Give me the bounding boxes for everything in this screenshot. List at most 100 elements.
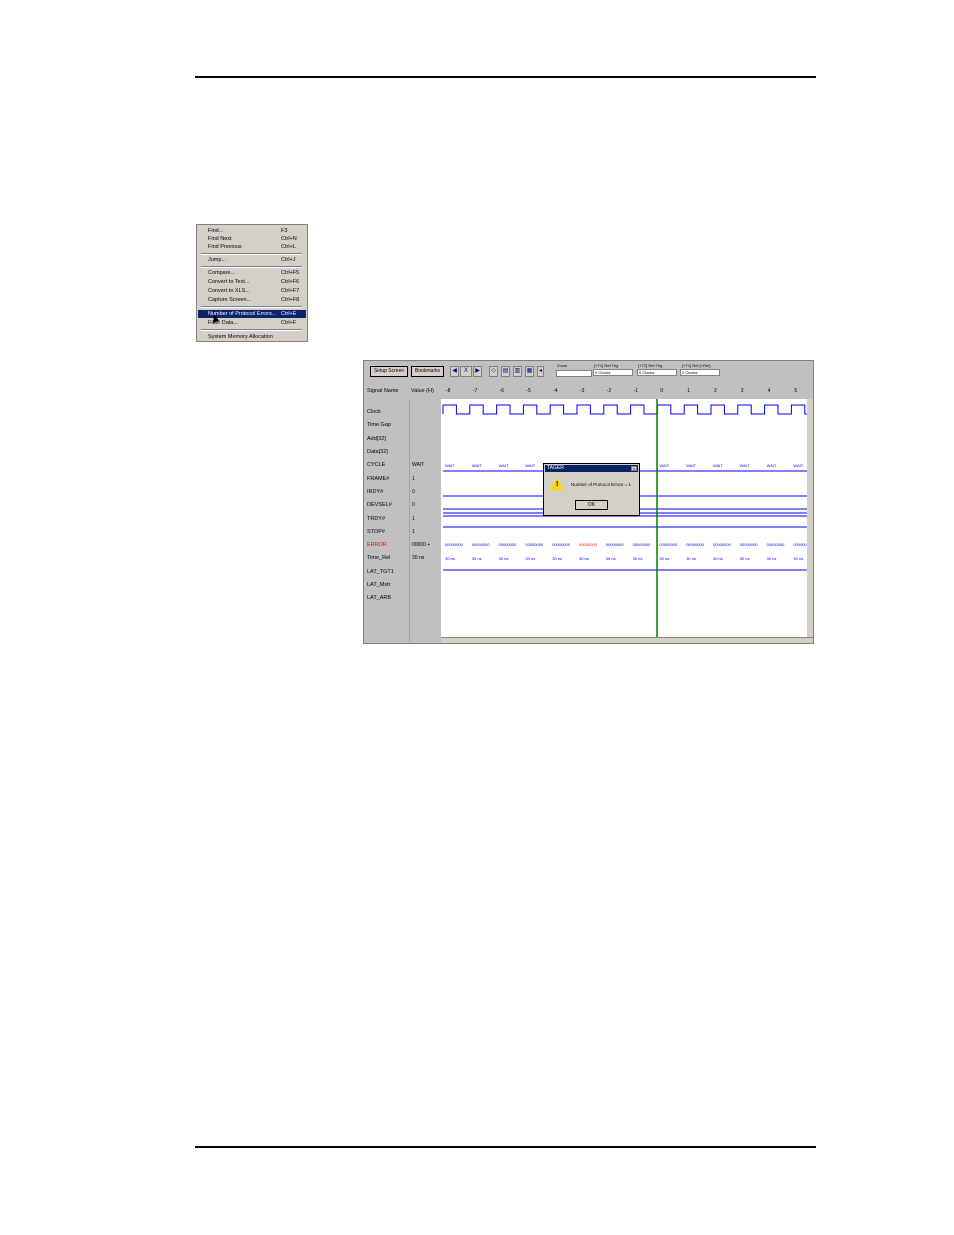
warning-icon: !	[550, 478, 564, 490]
ruler-tick: 5	[794, 388, 798, 394]
waveform-cell: 00000000	[525, 542, 544, 547]
t2-field[interactable]: 0 Clocks	[637, 369, 677, 376]
ruler-tick: 2	[714, 388, 717, 394]
signal-value: WAIT	[412, 462, 425, 468]
clock-waveform	[442, 404, 807, 415]
menu-item-convert-text[interactable]: Convert to Text... Ctrl+F6	[198, 278, 306, 286]
waveform-cell: 00000000	[632, 542, 651, 547]
menu-separator	[201, 329, 302, 331]
menu-item-capture-screen[interactable]: Capture Screen... Ctrl+F8	[198, 296, 306, 304]
signal-name[interactable]: LAT_Mstr	[367, 582, 390, 588]
signal-name[interactable]: LAT_TGT1	[367, 569, 394, 575]
signal-value: 0	[412, 502, 415, 508]
menu-item-find-previous[interactable]: Find Previous Ctrl+L	[198, 243, 306, 251]
waveform-cell: WAIT	[498, 463, 509, 468]
ok-button[interactable]: OK	[575, 500, 608, 510]
value-header: Value (H)	[411, 388, 434, 394]
signal-name[interactable]: DEVSEL#	[367, 502, 392, 508]
t3-label: [+T1] Ref [+Ref]	[682, 363, 711, 368]
waveform-cell: 00000000	[579, 542, 597, 547]
signal-name[interactable]: IRDY#	[367, 489, 383, 495]
dialog-message: Number of Protocol Errors = 1	[571, 482, 631, 487]
waveform-cell: 00000000	[713, 542, 731, 547]
scroll-left-icon[interactable]: ◂	[537, 366, 544, 377]
signal-name[interactable]: ERROR	[367, 542, 387, 548]
signal-name[interactable]: FRAME#	[367, 476, 389, 482]
waveform-cell: 30 ns	[579, 556, 589, 561]
signal-value: 1	[412, 476, 415, 482]
waveform-cell: 30 ns	[659, 556, 670, 561]
t2-label: [+T2] Ref Trig	[638, 363, 663, 368]
menu-item-convert-xls[interactable]: Convert to XLS... Ctrl+F7	[198, 287, 306, 295]
signal-name[interactable]: STOP#	[367, 529, 385, 535]
signal-value: 30 ns	[412, 555, 425, 561]
waveform-cell: 00000000	[445, 542, 463, 547]
view-icon-2[interactable]: ▥	[513, 366, 522, 377]
horizontal-scrollbar[interactable]	[441, 637, 813, 643]
waveform-cell: 30 ns	[632, 556, 643, 561]
zoom-label: Zoom	[557, 363, 568, 368]
waveform-cell: 00000000	[739, 542, 758, 547]
waveform-cell: WAIT	[793, 463, 804, 468]
signal-name[interactable]: Add[32]	[367, 436, 386, 442]
menu-item-compare[interactable]: Compare... Ctrl+F5	[198, 269, 306, 277]
waveform-cell: 30 ns	[766, 556, 777, 561]
signal-name-header: Signal Name	[367, 388, 399, 394]
waveform-cell: 30 ns	[498, 556, 509, 561]
signal-value: 1	[412, 529, 415, 535]
signal-name[interactable]: LAT_ARB	[367, 595, 391, 601]
close-icon[interactable]: ×	[631, 466, 637, 471]
marker-icon[interactable]: ◇	[489, 366, 498, 377]
x-button[interactable]: X	[460, 366, 472, 377]
t1-label: [+T1] Ref Trig	[594, 363, 619, 368]
menu-separator	[201, 253, 302, 255]
t3-field[interactable]: 0 Clocks	[680, 369, 720, 376]
waveform-cell: WAIT	[525, 463, 536, 468]
ruler-tick: -3	[580, 388, 585, 394]
vertical-scrollbar[interactable]	[807, 399, 813, 637]
waveform-cell: WAIT	[766, 463, 777, 468]
top-rule	[195, 76, 816, 78]
signal-name[interactable]: Time_Rel	[367, 555, 390, 561]
waveform-area[interactable]: WAIT 00000000 30 ns WAIT 00000000 30 ns WAIT 00…	[441, 399, 811, 637]
waveform-cell: 30 ns	[605, 556, 616, 561]
t1-field[interactable]: 0 Clocks	[593, 369, 633, 376]
view-icon-3[interactable]: ▦	[525, 366, 534, 377]
waveform-cell: 30 ns	[525, 556, 536, 561]
ruler-tick: -4	[553, 388, 558, 394]
signal-name[interactable]: TRDY#	[367, 516, 385, 522]
waveform-cell: WAIT	[445, 463, 455, 468]
signal-name[interactable]: Data[32]	[367, 449, 388, 455]
waveform-cell: WAIT	[739, 463, 750, 468]
waveform-cell: 30 ns	[445, 556, 455, 561]
menu-item-system-memory[interactable]: System Memory Allocation	[198, 333, 306, 341]
next-arrow-icon[interactable]: ▶	[473, 366, 482, 377]
waveform-cell: 00000000	[659, 542, 678, 547]
signal-value: 0	[412, 489, 415, 495]
menu-item-find-next[interactable]: Find Next Ctrl+N	[198, 235, 306, 243]
waveform-cell: 00000000	[766, 542, 785, 547]
waveform-canvas	[442, 399, 807, 637]
waveform-cell: 30 ns	[739, 556, 750, 561]
waveform-cell: 00000000	[686, 542, 704, 547]
ruler-tick: 1	[687, 388, 690, 394]
search-menu: Find... F3 Find Next Ctrl+N Find Previous C…	[196, 224, 308, 342]
ruler-tick: -5	[526, 388, 531, 394]
prev-arrow-icon[interactable]: ◀	[450, 366, 459, 377]
bookmarks-button[interactable]: Bookmarks	[411, 366, 444, 377]
waveform-cell: WAIT	[686, 463, 697, 468]
signal-name[interactable]: CYCLE	[367, 462, 385, 468]
setup-screen-button[interactable]: Setup Screen	[370, 366, 408, 377]
ruler-tick: -2	[606, 388, 612, 394]
view-icon-1[interactable]: ▤	[501, 366, 510, 377]
menu-item-find[interactable]: Find... F3	[198, 227, 306, 235]
signal-name[interactable]: Clock	[367, 409, 381, 415]
waveform-cell: 30 ns	[471, 556, 482, 561]
menu-item-jump[interactable]: Jump... Ctrl+J	[198, 256, 306, 264]
bottom-rule	[195, 1146, 816, 1148]
waveform-cell: 00000000	[552, 542, 570, 547]
waveform-cell: WAIT	[471, 463, 482, 468]
protocol-errors-dialog: TAGER × ! Number of Protocol Errors = 1 …	[543, 463, 640, 516]
zoom-slider[interactable]	[556, 370, 592, 377]
signal-name[interactable]: Time Gap	[367, 422, 391, 428]
